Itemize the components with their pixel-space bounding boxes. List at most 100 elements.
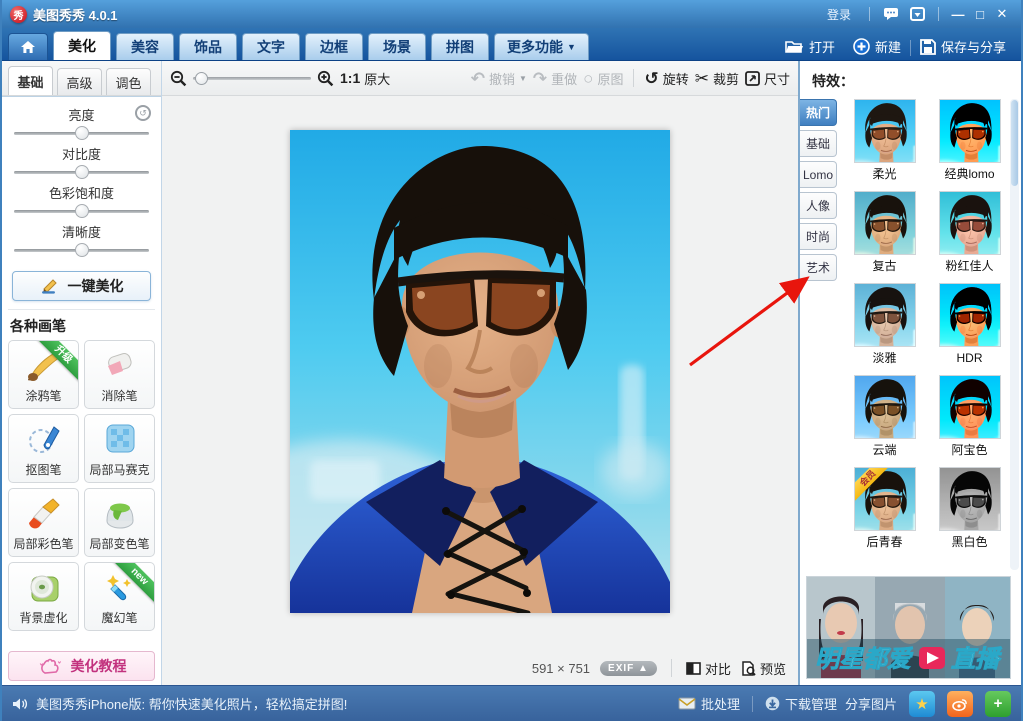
nav-tab-美化[interactable]: 美化 <box>53 31 111 60</box>
effect-thumbnail[interactable] <box>939 375 1001 439</box>
effect-thumbnail[interactable] <box>939 283 1001 347</box>
compare-button[interactable]: 对比 <box>686 659 731 678</box>
undo-history-caret-icon[interactable]: ▼ <box>519 74 527 83</box>
canvas-toolbar: 1:1 原大 ↶ 撤销 ▼ ↷ 重做 ○ 原图 <box>162 61 798 96</box>
new-button[interactable]: 新建 <box>853 37 901 56</box>
close-button[interactable]: ✕ <box>991 6 1013 22</box>
nav-tab-美容[interactable]: 美容 <box>116 33 174 60</box>
plus-circle-icon <box>853 38 870 55</box>
save-share-button[interactable]: 保存与分享 <box>920 37 1006 56</box>
effect-阿宝色[interactable]: 阿宝色 <box>930 375 1009 465</box>
effect-经典lomo[interactable]: 经典lomo <box>930 99 1009 189</box>
zoom-out-button[interactable] <box>170 70 187 87</box>
brush-消除笔[interactable]: 消除笔 <box>84 340 155 409</box>
effect-thumbnail[interactable] <box>854 191 916 255</box>
brush-抠图笔[interactable]: 抠图笔 <box>8 414 79 483</box>
reset-icon[interactable]: ↺ <box>135 105 151 121</box>
download-label: 下载管理 <box>785 694 837 713</box>
effect-category-人像[interactable]: 人像 <box>800 192 837 219</box>
maximize-button[interactable]: □ <box>969 7 991 22</box>
rotate-button[interactable]: ↺ 旋转 <box>644 69 688 88</box>
nav-tab-更多功能[interactable]: 更多功能▼ <box>494 33 589 60</box>
effect-category-基础[interactable]: 基础 <box>800 130 837 157</box>
slider-track[interactable] <box>14 165 149 179</box>
preview-button[interactable]: 预览 <box>741 659 786 678</box>
brush-涂鸦笔[interactable]: 涂鸦笔升级 <box>8 340 79 409</box>
rotate-icon: ↺ <box>644 70 658 87</box>
nav-tab-拼图[interactable]: 拼图 <box>431 33 489 60</box>
weibo-icon[interactable] <box>947 691 973 717</box>
effect-柔光[interactable]: 柔光 <box>845 99 924 189</box>
effect-粉红佳人[interactable]: 粉红佳人 <box>930 191 1009 281</box>
effect-黑白色[interactable]: 黑白色 <box>930 467 1009 557</box>
skin-icon[interactable] <box>907 6 927 22</box>
zoom-slider[interactable] <box>193 72 311 84</box>
nav-tab-饰品[interactable]: 饰品 <box>179 33 237 60</box>
effect-thumbnail[interactable] <box>854 99 916 163</box>
effect-云端[interactable]: 云端 <box>845 375 924 465</box>
share-image-button[interactable]: 分享图片 <box>845 694 897 713</box>
effects-scrollbar[interactable] <box>1010 99 1019 570</box>
nav-tab-边框[interactable]: 边框 <box>305 33 363 60</box>
effect-thumbnail[interactable] <box>939 191 1001 255</box>
effect-复古[interactable]: 复古 <box>845 191 924 281</box>
preview-icon <box>741 661 756 676</box>
effect-category-时尚[interactable]: 时尚 <box>800 223 837 250</box>
effect-category-Lomo[interactable]: Lomo <box>800 161 837 188</box>
login-link[interactable]: 登录 <box>827 6 851 23</box>
brush-背景虚化[interactable]: 背景虚化 <box>8 562 79 631</box>
effect-thumbnail[interactable] <box>854 283 916 347</box>
slider-knob[interactable] <box>75 165 89 179</box>
image-size-label: 591 × 751 <box>532 661 590 676</box>
brush-局部马赛克[interactable]: 局部马赛克 <box>84 414 155 483</box>
effect-HDR[interactable]: HDR <box>930 283 1009 373</box>
more-apps-button[interactable]: + <box>985 691 1011 717</box>
slider-track[interactable] <box>14 204 149 218</box>
ad-banner[interactable]: 明星都爱 直播 <box>806 576 1011 679</box>
crop-button[interactable]: ✂ 裁剪 <box>695 69 739 88</box>
photo-canvas[interactable]: 591 × 751 EXIF ▲ 对比 预览 <box>162 96 798 685</box>
resize-button[interactable]: 尺寸 <box>745 69 790 88</box>
nav-tab-场景[interactable]: 场景 <box>368 33 426 60</box>
batch-process-button[interactable]: 批处理 <box>678 694 740 713</box>
home-button[interactable] <box>8 33 48 60</box>
beautify-tutorial-button[interactable]: 美化教程 <box>8 651 155 681</box>
effect-thumbnail[interactable] <box>939 467 1001 531</box>
exif-badge[interactable]: EXIF ▲ <box>600 661 657 676</box>
photo-image[interactable] <box>290 130 670 613</box>
effect-淡雅[interactable]: 淡雅 <box>845 283 924 373</box>
brush-局部变色笔[interactable]: 局部变色笔 <box>84 488 155 557</box>
one-click-beautify-button[interactable]: 一键美化 <box>12 271 151 301</box>
panel-tab-基础[interactable]: 基础 <box>8 66 53 95</box>
zoom-slider-knob[interactable] <box>195 72 208 85</box>
effect-thumbnail[interactable] <box>939 99 1001 163</box>
brush-魔幻笔[interactable]: 魔幻笔new <box>84 562 155 631</box>
panel-tab-高级[interactable]: 高级 <box>57 68 102 95</box>
undo-button[interactable]: ↶ 撤销 ▼ <box>471 69 527 88</box>
status-message[interactable]: 美图秀秀iPhone版: 帮你快速美化照片，轻松搞定拼图! <box>36 694 347 713</box>
slider-track[interactable] <box>14 243 149 257</box>
brush-局部彩色笔[interactable]: 局部彩色笔 <box>8 488 79 557</box>
slider-label: 对比度 <box>14 144 149 163</box>
view-original-button[interactable]: ○ 原图 <box>583 69 623 88</box>
effect-thumbnail[interactable] <box>854 375 916 439</box>
original-size-button[interactable]: 1:1 原大 <box>340 69 390 88</box>
panel-tab-调色[interactable]: 调色 <box>106 68 151 95</box>
zoom-in-button[interactable] <box>317 70 334 87</box>
effect-category-热门[interactable]: 热门 <box>800 99 837 126</box>
slider-knob[interactable] <box>75 243 89 257</box>
minimize-button[interactable]: — <box>947 7 969 22</box>
open-button[interactable]: 打开 <box>785 37 835 56</box>
feedback-icon[interactable] <box>881 6 901 22</box>
redo-button[interactable]: ↷ 重做 <box>533 69 577 88</box>
effect-后青春[interactable]: 会员后青春 <box>845 467 924 557</box>
nav-tab-文字[interactable]: 文字 <box>242 33 300 60</box>
slider-knob[interactable] <box>75 126 89 140</box>
slider-track[interactable] <box>14 126 149 140</box>
effect-thumbnail[interactable]: 会员 <box>854 467 916 531</box>
scrollbar-thumb[interactable] <box>1011 100 1018 186</box>
slider-knob[interactable] <box>75 204 89 218</box>
effect-category-艺术[interactable]: 艺术 <box>800 254 837 281</box>
download-manager-button[interactable]: 下载管理 <box>765 694 837 713</box>
qzone-icon[interactable]: ★ <box>909 691 935 717</box>
